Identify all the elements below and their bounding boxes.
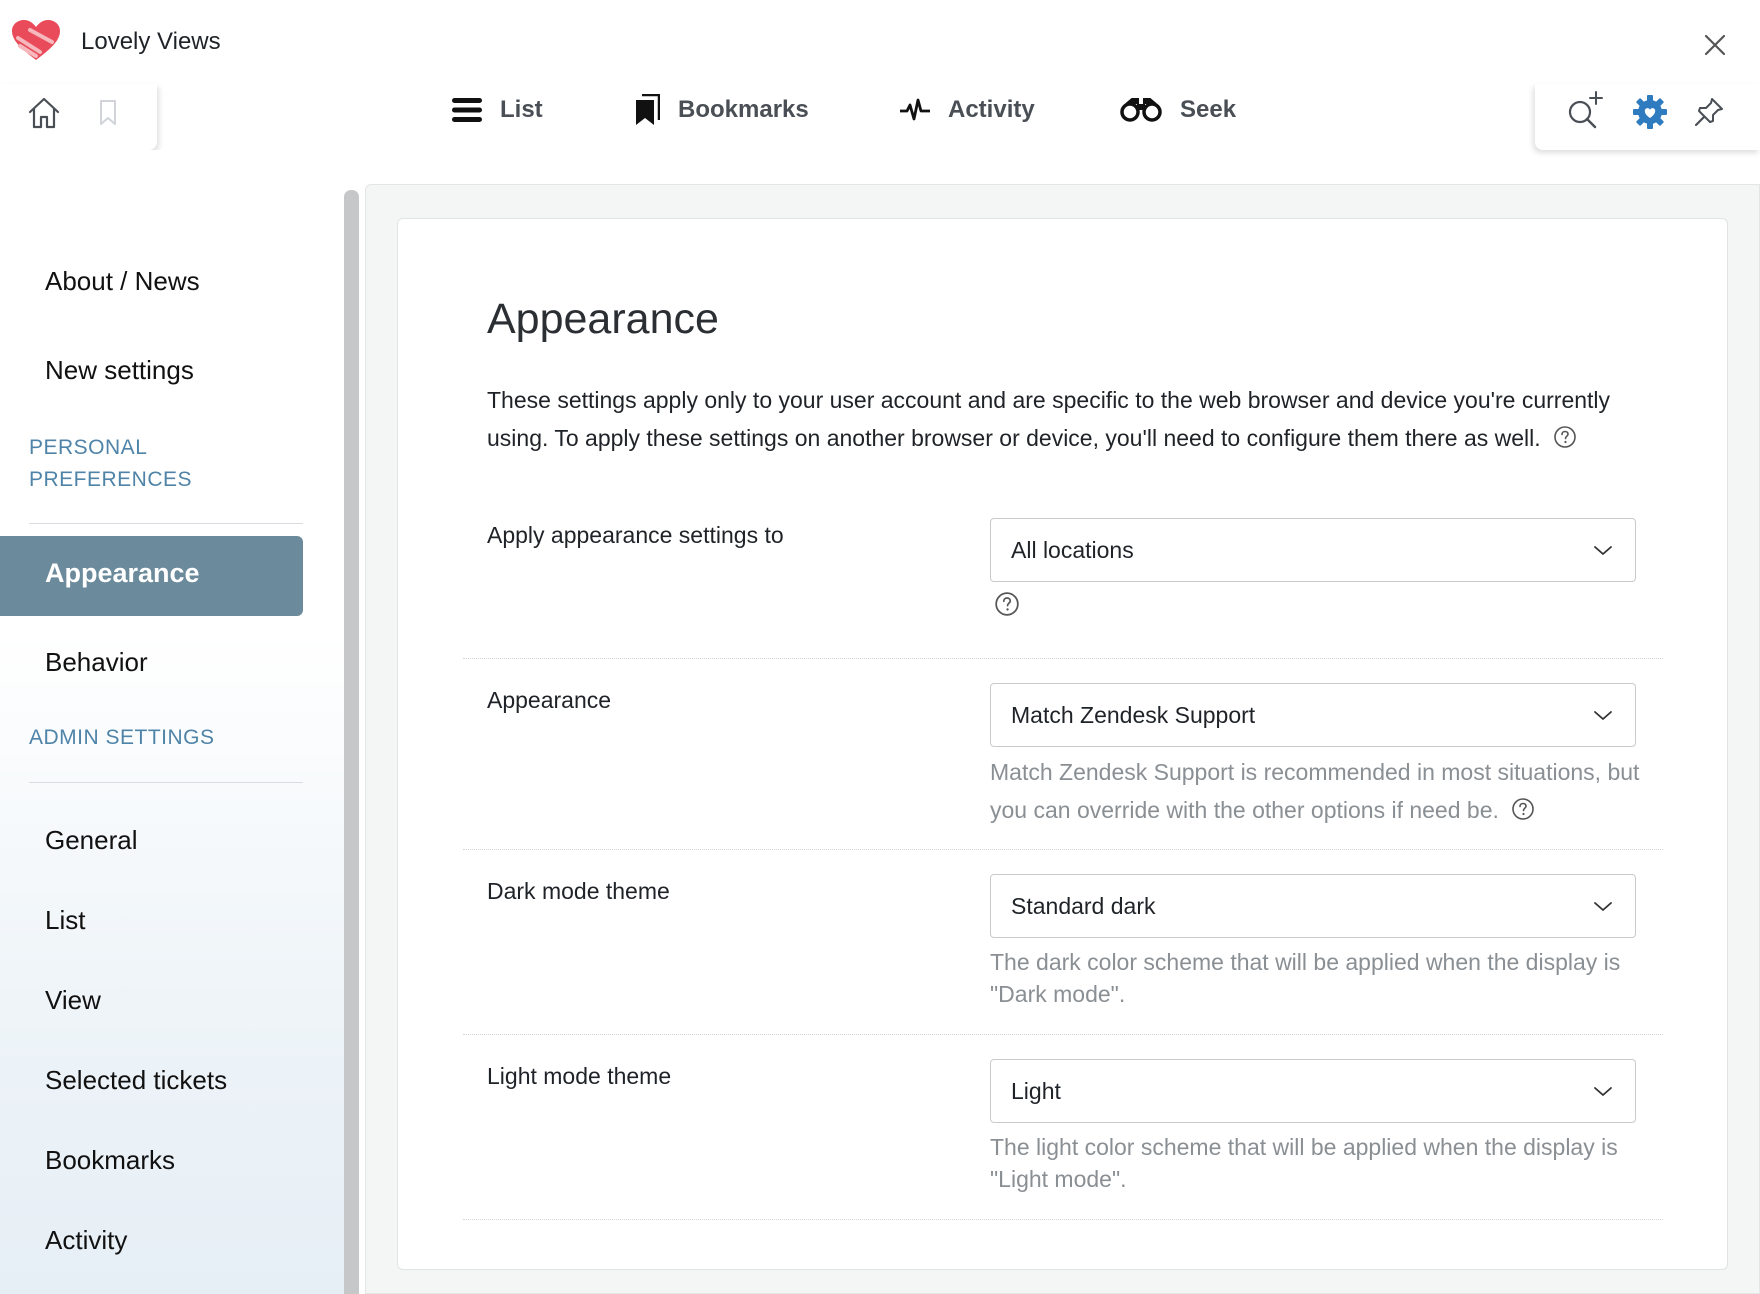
sidebar: About / News New settings PERSONAL PREFE… (0, 150, 344, 1294)
chevron-down-icon (1594, 902, 1612, 911)
bookmarks-icon (636, 94, 660, 125)
left-toolbar (0, 84, 157, 150)
sidebar-item-selected-tickets[interactable]: Selected tickets (45, 1065, 227, 1096)
chevron-down-icon (1594, 711, 1612, 720)
right-toolbar (1535, 84, 1760, 150)
gear-icon (1633, 95, 1667, 129)
setting-label-dark-mode-theme: Dark mode theme (487, 878, 670, 904)
light-mode-theme-select-value: Light (1011, 1078, 1061, 1104)
title-bar: Lovely Views (0, 0, 1760, 84)
sidebar-divider (29, 523, 303, 524)
activity-icon (900, 98, 930, 121)
nav-activity-label: Activity (948, 96, 1035, 123)
nav-seek[interactable]: Seek (1120, 86, 1236, 134)
heart-logo-icon (12, 20, 60, 60)
sidebar-item-activity[interactable]: Activity (45, 1225, 127, 1256)
sidebar-item-general[interactable]: General (45, 825, 138, 856)
dark-mode-theme-select-value: Standard dark (1011, 893, 1156, 919)
nav-list[interactable]: List (452, 86, 543, 134)
nav-activity[interactable]: Activity (900, 86, 1035, 134)
nav-bookmarks[interactable]: Bookmarks (634, 86, 809, 134)
intro-text-content: These settings apply only to your user a… (487, 387, 1611, 451)
apply-to-select-value: All locations (1011, 537, 1134, 563)
search-add-button[interactable] (1564, 88, 1608, 134)
home-button[interactable] (24, 92, 64, 134)
appearance-hint: Match Zendesk Support is recommended in … (990, 753, 1650, 829)
appearance-hint-text: Match Zendesk Support is recommended in … (990, 759, 1640, 823)
sidebar-divider (29, 782, 303, 783)
row-divider (463, 1219, 1663, 1220)
sidebar-item-new-settings[interactable]: New settings (45, 355, 194, 386)
search-plus-icon (1568, 91, 1603, 129)
pin-icon (1694, 98, 1723, 127)
help-icon[interactable] (1553, 425, 1577, 449)
row-divider (463, 658, 1663, 659)
sidebar-item-view[interactable]: View (45, 985, 101, 1016)
setting-label-light-mode-theme: Light mode theme (487, 1063, 672, 1089)
sidebar-item-appearance[interactable]: Appearance (0, 536, 303, 616)
setting-label-apply-to: Apply appearance settings to (487, 522, 784, 548)
appearance-select-value: Match Zendesk Support (1011, 702, 1256, 728)
sidebar-section-admin-settings: ADMIN SETTINGS (29, 726, 215, 749)
bookmark-button[interactable] (96, 92, 120, 134)
sidebar-item-about-news[interactable]: About / News (45, 266, 200, 297)
dark-mode-theme-hint: The dark color scheme that will be appli… (990, 949, 1621, 1007)
nav-seek-label: Seek (1180, 96, 1237, 123)
setting-label-appearance: Appearance (487, 687, 612, 713)
close-button[interactable] (1700, 30, 1730, 60)
app-title: Lovely Views (81, 28, 221, 55)
appearance-select[interactable]: Match Zendesk Support (990, 683, 1636, 747)
bookmark-icon (100, 100, 116, 125)
pin-button[interactable] (1689, 90, 1729, 134)
binoculars-icon (1120, 98, 1162, 122)
settings-button[interactable] (1630, 90, 1670, 134)
chevron-down-icon (1594, 546, 1612, 555)
page-title: Appearance (487, 295, 719, 343)
sidebar-item-appearance-label: Appearance (45, 558, 200, 588)
nav-list-label: List (500, 96, 543, 123)
list-icon (452, 98, 482, 122)
intro-text: These settings apply only to your user a… (487, 381, 1637, 457)
row-divider (463, 849, 1663, 850)
sidebar-item-behavior[interactable]: Behavior (45, 647, 148, 678)
light-mode-theme-hint: The light color scheme that will be appl… (990, 1134, 1618, 1192)
home-icon (28, 97, 60, 129)
row-divider (463, 1034, 1663, 1035)
help-icon[interactable] (994, 591, 1020, 617)
sidebar-scrollbar[interactable] (344, 190, 359, 1294)
light-mode-theme-select[interactable]: Light (990, 1059, 1636, 1123)
apply-to-select[interactable]: All locations (990, 518, 1636, 582)
sidebar-item-bookmarks[interactable]: Bookmarks (45, 1145, 175, 1176)
help-icon[interactable] (1511, 797, 1535, 821)
sidebar-section-personal-preferences: PERSONAL PREFERENCES (29, 436, 193, 491)
sidebar-item-list[interactable]: List (45, 905, 85, 936)
chevron-down-icon (1594, 1087, 1612, 1096)
nav-bookmarks-label: Bookmarks (678, 96, 809, 123)
dark-mode-theme-select[interactable]: Standard dark (990, 874, 1636, 938)
close-icon (1704, 34, 1726, 56)
settings-card: Appearance These settings apply only to … (397, 218, 1728, 1270)
